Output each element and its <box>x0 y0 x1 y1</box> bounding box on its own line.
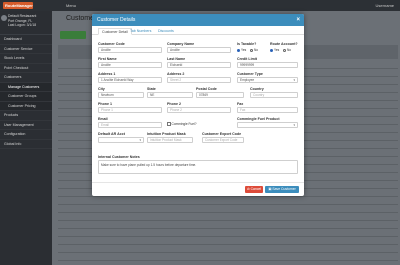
modal-header: Customer Details × <box>92 14 304 26</box>
sidebar-profile: Default Restaurant Port Orange, FL Last … <box>0 11 52 35</box>
sidebar-item[interactable]: Customer Groups <box>0 92 52 102</box>
route-account-yes[interactable]: Yes <box>270 48 279 52</box>
chevron-down-icon: ▾ <box>293 78 295 82</box>
intuition-product-mask-label: Intuition Product Mask <box>147 132 186 136</box>
cancel-button[interactable]: ⊘ Cancel <box>245 186 263 193</box>
radio-empty-icon <box>250 48 253 52</box>
phone1-label: Phone 1 <box>98 102 112 106</box>
commingle-fuel-product-select[interactable]: ▾ <box>237 122 298 128</box>
commingle-fuel-checkbox[interactable]: Commingle Fuel? <box>167 122 196 126</box>
first-name-label: First Name <box>98 57 117 61</box>
address2-label: Address 2 <box>167 72 185 76</box>
avatar <box>1 15 7 21</box>
address1-label: Address 1 <box>98 72 116 76</box>
save-customer-button[interactable]: ▣ Save Customer <box>265 186 299 193</box>
tab-discounts[interactable]: Discounts <box>155 28 177 35</box>
customer-export-code-input[interactable]: Customer Export Code <box>202 137 244 143</box>
address1-input[interactable]: 1 Anolite Eichaeld Way <box>98 77 162 83</box>
customer-export-code-label: Customer Export Code <box>202 132 242 136</box>
profile-line: Last Logon: 3/1/18 <box>8 23 37 27</box>
state-label: State <box>147 87 156 91</box>
sidebar: Default Restaurant Port Orange, FL Last … <box>0 11 52 265</box>
is-taxable-no[interactable]: No <box>250 48 258 52</box>
route-account-label: Route Account? <box>270 42 298 46</box>
radio-selected-icon <box>270 48 273 52</box>
close-icon[interactable]: × <box>296 14 300 26</box>
sidebar-item[interactable]: Products <box>0 111 52 121</box>
sidebar-item[interactable]: Customer Pricing <box>0 101 52 111</box>
route-account-no[interactable]: No <box>283 48 291 52</box>
top-navbar: RouteManager Menu Username <box>0 0 400 11</box>
table-row[interactable] <box>58 221 398 229</box>
radio-selected-icon <box>237 48 240 52</box>
table-row[interactable] <box>58 245 398 253</box>
sidebar-item[interactable]: Point Checkout <box>0 64 52 73</box>
add-customer-button[interactable] <box>60 31 86 39</box>
user-menu[interactable]: Username <box>376 3 394 8</box>
table-row[interactable] <box>58 197 398 205</box>
radio-empty-icon <box>283 48 286 52</box>
last-name-input[interactable]: Eichaeld <box>167 62 231 68</box>
credit-limit-label: Credit Limit <box>237 57 257 61</box>
sidebar-item[interactable]: Dashboard <box>0 35 52 45</box>
app-logo[interactable]: RouteManager <box>3 2 33 9</box>
sidebar-item[interactable]: Configuration <box>0 130 52 140</box>
phone2-input[interactable]: Phone 2 <box>167 107 231 113</box>
phone2-label: Phone 2 <box>167 102 181 106</box>
country-label: Country <box>250 87 264 91</box>
table-row[interactable] <box>58 237 398 245</box>
email-input[interactable]: Email <box>98 122 162 128</box>
postal-code-label: Postal Code <box>196 87 217 91</box>
table-row[interactable] <box>58 253 398 261</box>
customer-type-label: Customer Type <box>237 72 263 76</box>
customer-code-input[interactable]: Anolite <box>98 47 162 53</box>
first-name-input[interactable]: Anolite <box>98 62 162 68</box>
commingle-fuel-product-label: Commingle Fuel Product <box>237 117 280 121</box>
sidebar-item[interactable]: Customer Service <box>0 45 52 54</box>
country-input[interactable]: Country <box>250 92 298 98</box>
company-name-input[interactable]: Anolite <box>167 47 231 53</box>
sidebar-nav: Dashboard Customer Service Stock Levels Poi… <box>0 35 52 149</box>
table-row[interactable] <box>58 229 398 237</box>
address2-input[interactable]: Street 2 <box>167 77 231 83</box>
is-taxable-yes[interactable]: Yes <box>237 48 246 52</box>
sidebar-item[interactable]: Customers <box>0 73 52 83</box>
postal-code-input[interactable]: 07869 <box>196 92 244 98</box>
customer-code-label: Customer Code <box>98 42 125 46</box>
credit-limit-input[interactable]: 99999999 <box>237 62 298 68</box>
phone1-input[interactable]: Phone 1 <box>98 107 162 113</box>
sidebar-item[interactable]: User Management <box>0 121 52 130</box>
fax-label: Fax <box>237 102 244 106</box>
customer-type-value: Employee <box>240 78 255 82</box>
modal-footer-divider <box>92 182 304 183</box>
email-label: Email <box>98 117 108 121</box>
internal-notes-textarea[interactable]: Make sure to have plane pulled up 1.5 ho… <box>98 160 298 174</box>
state-input[interactable]: NE <box>147 92 193 98</box>
table-row[interactable] <box>58 213 398 221</box>
default-ar-acct-label: Default AR Acct <box>98 132 125 136</box>
fax-input[interactable]: Fax <box>237 107 298 113</box>
chevron-down-icon: ▾ <box>139 138 141 142</box>
sidebar-item[interactable]: Stock Levels <box>0 54 52 64</box>
default-ar-acct-select[interactable]: ▾ <box>98 137 144 143</box>
customer-details-modal: Customer Details × Customer Detail Tab N… <box>92 14 304 196</box>
tab-numbers[interactable]: Tab Numbers <box>127 28 154 35</box>
company-name-label: Company Name <box>167 42 195 46</box>
sidebar-item[interactable]: Global Info <box>0 140 52 149</box>
table-row[interactable] <box>58 205 398 213</box>
is-taxable-label: Is Taxable? <box>237 42 257 46</box>
modal-tabs: Customer Detail Tab Numbers Discounts <box>92 26 304 35</box>
intuition-product-mask-input[interactable]: Intuition Product Mask <box>147 137 193 143</box>
internal-notes-label: Internal Customer Notes <box>98 155 140 159</box>
city-input[interactable]: Newburn <box>98 92 144 98</box>
last-name-label: Last Name <box>167 57 186 61</box>
customer-type-select[interactable]: Employee ▾ <box>237 77 298 83</box>
modal-title: Customer Details <box>97 17 136 23</box>
menu-toggle[interactable]: Menu <box>66 3 76 8</box>
sidebar-item[interactable]: Manage Customers <box>0 82 52 92</box>
city-label: City <box>98 87 105 91</box>
chevron-down-icon: ▾ <box>293 123 295 127</box>
checkbox-icon <box>167 122 171 126</box>
